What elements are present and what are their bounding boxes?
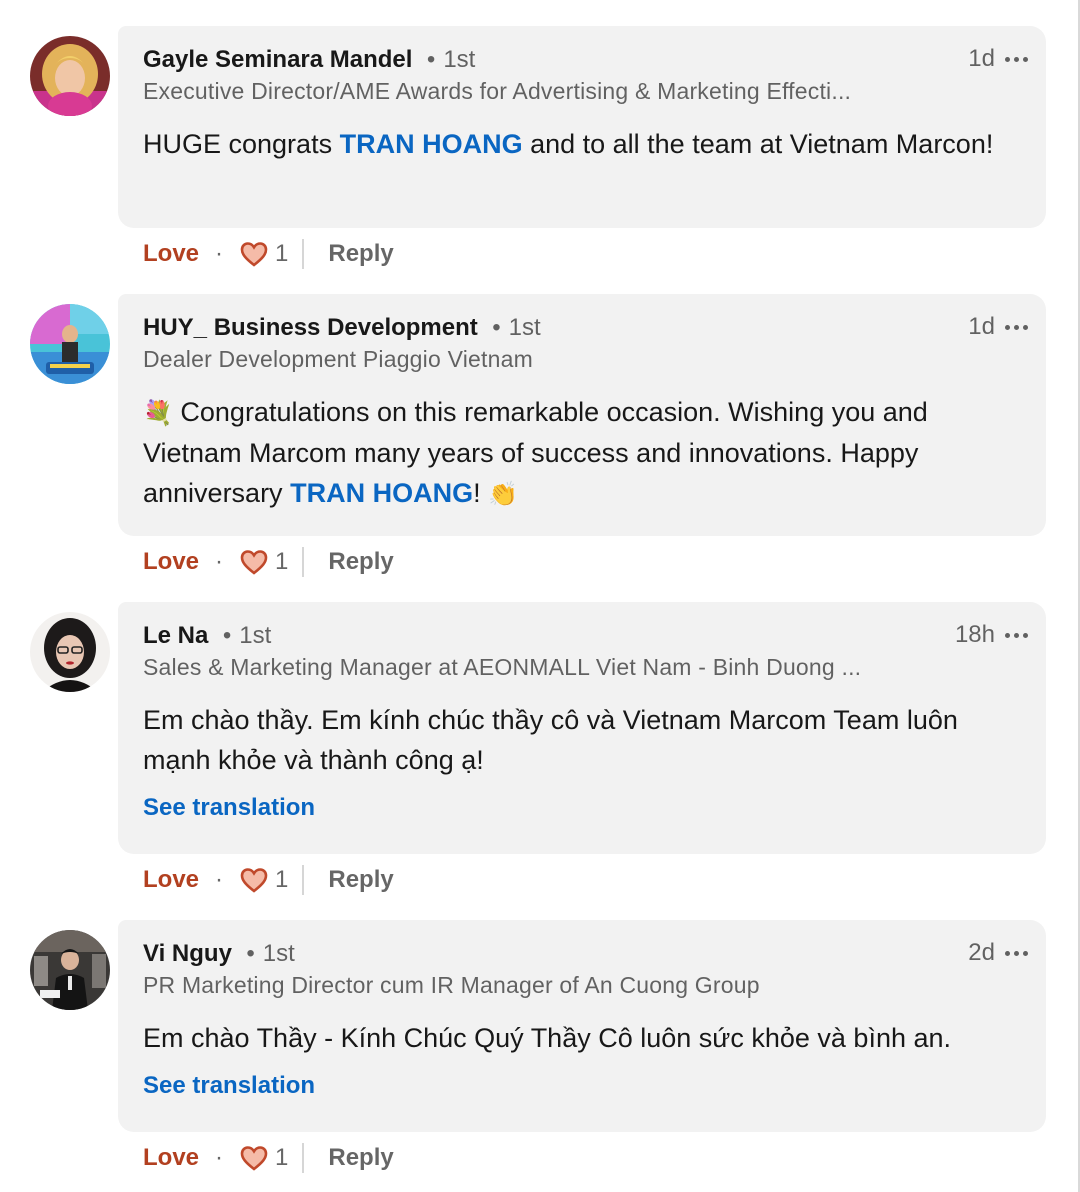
more-icon[interactable] — [1005, 53, 1028, 66]
connection-degree: • 1st — [222, 622, 272, 649]
comment-header: HUY_ Business Development • 1st — [143, 314, 541, 344]
love-button[interactable]: Love — [143, 866, 199, 894]
clap-emoji: 👏 — [488, 480, 518, 508]
love-reaction-icon[interactable] — [239, 1143, 269, 1173]
reply-button[interactable]: Reply — [328, 240, 393, 268]
author-headline: Sales & Marketing Manager at AEONMALL Vi… — [143, 654, 862, 680]
comment-text: Em chào thầy. Em kính chúc thầy cô và Vi… — [143, 705, 958, 775]
divider — [302, 239, 305, 269]
reply-button[interactable]: Reply — [328, 1144, 393, 1172]
author-headline: Dealer Development Piaggio Vietnam — [143, 346, 533, 372]
comment-header: Gayle Seminara Mandel • 1st — [143, 46, 475, 76]
bouquet-emoji: 💐 — [143, 399, 173, 427]
separator-dot: · — [215, 548, 224, 575]
love-reaction-icon[interactable] — [239, 547, 269, 577]
avatar[interactable] — [30, 36, 110, 116]
avatar[interactable] — [30, 612, 110, 692]
comment-meta: 1d — [968, 44, 1028, 74]
comment-bubble: Le Na • 1st 18h Sales & Marketing Manager… — [118, 602, 1046, 854]
separator-dot: · — [215, 1144, 224, 1171]
divider — [302, 1143, 305, 1173]
mention-link[interactable]: TRAN HOANG — [290, 478, 473, 508]
comment-header: Le Na • 1st — [143, 622, 271, 652]
connection-degree: • 1st — [246, 940, 295, 967]
author-name[interactable]: Gayle Seminara Mandel — [143, 46, 412, 73]
love-reaction-icon[interactable] — [239, 239, 269, 269]
author-name[interactable]: Vi Nguy — [143, 940, 232, 967]
avatar[interactable] — [30, 304, 110, 384]
reply-button[interactable]: Reply — [328, 866, 393, 894]
reaction-count[interactable]: 1 — [275, 1144, 288, 1172]
separator-dot: · — [215, 240, 224, 267]
see-translation-link[interactable]: See translation — [143, 1072, 315, 1100]
comment-meta: 2d — [968, 938, 1028, 968]
comment-text: HUGE congrats TRAN HOANG and to all the … — [143, 129, 994, 159]
reply-button[interactable]: Reply — [328, 548, 393, 576]
comment-actions: Love · 1 Reply — [143, 1140, 394, 1176]
timestamp: 1d — [968, 313, 995, 340]
reaction-count[interactable]: 1 — [275, 866, 288, 894]
comment-actions: Love · 1 Reply — [143, 544, 394, 580]
reaction-count[interactable]: 1 — [275, 548, 288, 576]
comment-bubble: Vi Nguy • 1st 2d PR Marketing Director cu… — [118, 920, 1046, 1132]
author-headline: Executive Director/AME Awards for Advert… — [143, 78, 852, 104]
timestamp: 18h — [954, 621, 995, 648]
more-icon[interactable] — [1005, 947, 1028, 960]
more-icon[interactable] — [1005, 321, 1028, 334]
author-headline: PR Marketing Director cum IR Manager of … — [143, 972, 760, 998]
comment-actions: Love · 1 Reply — [143, 862, 394, 898]
avatar[interactable] — [30, 930, 110, 1010]
connection-degree: • 1st — [492, 314, 541, 341]
comment-actions: Love · 1 Reply — [143, 236, 394, 272]
comment-bubble: HUY_ Business Development • 1st 1d Dealer… — [118, 294, 1046, 536]
see-translation-link[interactable]: See translation — [143, 794, 315, 822]
love-reaction-icon[interactable] — [239, 865, 269, 895]
comment-text: 💐 Congratulations on this remarkable occ… — [143, 397, 928, 508]
comment-meta: 18h — [955, 620, 1028, 650]
comment-text: Em chào Thầy - Kính Chúc Quý Thầy Cô luô… — [143, 1023, 952, 1053]
author-name[interactable]: Le Na — [143, 622, 208, 649]
comment-header: Vi Nguy • 1st — [143, 940, 295, 970]
comment-bubble: Gayle Seminara Mandel • 1st 1d Executive … — [118, 26, 1046, 228]
timestamp: 1d — [968, 45, 995, 72]
author-name[interactable]: HUY_ Business Development — [143, 314, 478, 341]
connection-degree: • 1st — [426, 46, 476, 73]
comment-meta: 1d — [968, 312, 1028, 342]
love-button[interactable]: Love — [143, 240, 199, 268]
love-button[interactable]: Love — [143, 548, 199, 576]
reaction-count[interactable]: 1 — [275, 240, 288, 268]
mention-link[interactable]: TRAN HOANG — [340, 129, 523, 159]
divider — [302, 547, 305, 577]
timestamp: 2d — [968, 939, 995, 966]
more-icon[interactable] — [1005, 629, 1028, 642]
love-button[interactable]: Love — [143, 1144, 199, 1172]
divider — [302, 865, 305, 895]
separator-dot: · — [215, 866, 224, 893]
